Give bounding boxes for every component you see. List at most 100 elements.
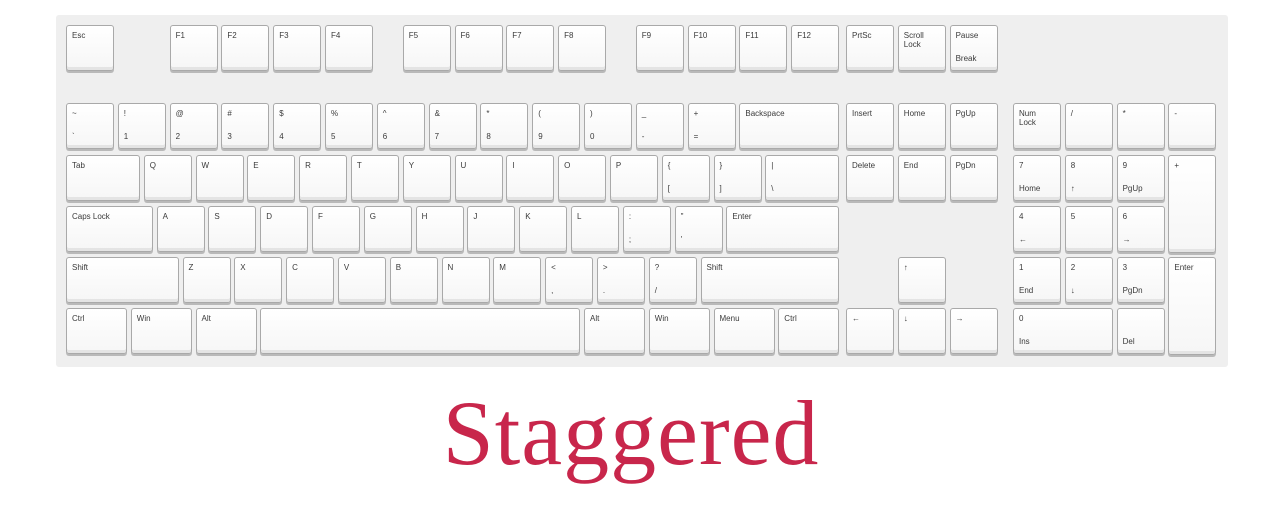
key-pgup: PgUp: [949, 103, 998, 149]
key-legend-top: F6: [460, 31, 470, 40]
key-legend-top: X: [240, 263, 246, 272]
key-num3: 3 PgDn: [1116, 257, 1165, 303]
key-legend-top: F12: [797, 31, 811, 40]
key-legend-top: R: [305, 161, 311, 170]
key-legend-top: @: [175, 109, 184, 118]
key-legend-top: !: [123, 109, 127, 118]
key-legend-top: E: [253, 161, 259, 170]
key-legend-top: P: [615, 161, 622, 170]
key-legend-top: F7: [512, 31, 522, 40]
key-legend-top: +: [1174, 161, 1180, 170]
key-num0: 0 Ins: [1013, 308, 1113, 354]
key-up: ↑: [897, 257, 946, 303]
key-legend-top: *: [486, 109, 490, 118]
key-f2: F2: [221, 25, 270, 71]
key-m: M: [493, 257, 542, 303]
key-legend-top: 6: [1122, 212, 1128, 221]
key-legend-bottom: 3: [227, 132, 232, 141]
key-legend-top: PgUp: [955, 109, 976, 118]
key-enter: Enter: [726, 206, 840, 252]
key-num1: 1 End: [1013, 257, 1061, 303]
key-legend-top: Tab: [72, 161, 85, 170]
key-legend-top: PgDn: [955, 161, 976, 170]
key-3: #3: [221, 103, 270, 149]
key-lbracket: {[: [661, 155, 710, 201]
key-j: J: [467, 206, 516, 252]
key-legend-top: }: [719, 161, 723, 170]
keyboard-diagram: Esc F1 F2 F3 F4 F5 F6 F7 F8 F9 F10 F11 F12 PrtSc Scrol…: [56, 15, 1228, 367]
key-legend-top: 0: [1019, 314, 1024, 323]
key-num-enter: Enter: [1168, 257, 1217, 355]
key-v: V: [337, 257, 386, 303]
key-legend-top: Shift: [706, 263, 723, 272]
key-legend-top: N: [447, 263, 454, 272]
key-legend-top: &: [434, 109, 440, 118]
key-num8: 8 ↑: [1064, 155, 1113, 201]
key-legend-top: %: [331, 109, 339, 118]
key-legend-top: Caps Lock: [72, 212, 110, 221]
key-legend-top: 7: [1019, 161, 1024, 170]
diagram-title: Staggered: [442, 382, 820, 484]
key-5: % 5: [325, 103, 373, 149]
key-caps-lock: Caps Lock: [66, 206, 153, 252]
key-legend-top: →: [955, 314, 964, 323]
key-legend-bottom: ': [680, 235, 683, 244]
key-num6: 6 →: [1116, 206, 1165, 252]
key-legend-top: Enter: [732, 212, 752, 221]
key-slash: ? /: [648, 257, 697, 303]
key-menu: Menu: [713, 308, 775, 354]
key-legend-top: U: [460, 161, 467, 170]
key-f6: F6: [454, 25, 503, 71]
key-9: (9: [532, 103, 581, 149]
key-2: @2: [169, 103, 218, 149]
key-backslash: | \: [765, 155, 840, 201]
key-lwin: Win: [130, 308, 192, 354]
key-legend-top: V: [343, 263, 350, 272]
key-g: G: [363, 206, 412, 252]
key-p: P: [609, 155, 658, 201]
key-6: ^ 6: [376, 103, 425, 149]
key-legend-top: Z: [188, 263, 194, 272]
key-legend-top: ↓: [903, 314, 908, 323]
key-1: ! 1: [117, 103, 166, 149]
key-lalt: Alt: [195, 308, 257, 354]
key-legend-bottom: PgDn: [1122, 286, 1143, 295]
key-legend-top: ": [680, 212, 684, 221]
key-legend-top: F1: [175, 31, 185, 40]
key-f5: F5: [402, 25, 451, 71]
key-legend-top: Menu: [719, 314, 740, 323]
key-f9: F9: [635, 25, 684, 71]
key-quote: " ': [674, 206, 723, 252]
key-backspace: Backspace: [739, 103, 840, 149]
key-legend-bottom: 6: [382, 132, 388, 141]
key-legend-top: ?: [654, 263, 660, 272]
key-legend-top: F: [318, 212, 323, 221]
key-t: T: [350, 155, 399, 201]
key-legend-top: C: [292, 263, 298, 272]
key-legend-bottom: PgUp: [1122, 184, 1143, 193]
key-legend-top: Pause: [955, 31, 979, 40]
key-num5: 5: [1064, 206, 1113, 252]
key-q: Q: [143, 155, 192, 201]
key-left: ←: [846, 308, 894, 354]
key-legend-top: T: [356, 161, 362, 170]
key-legend-top: #: [227, 109, 232, 118]
key-legend-top: Insert: [852, 109, 873, 118]
key-num-lock: Num Lock: [1013, 103, 1061, 149]
key-legend-top: K: [525, 212, 531, 221]
key-legend-top: 2: [1070, 263, 1076, 272]
key-legend-top: B: [395, 263, 402, 272]
key-backtick: ~ `: [66, 103, 114, 149]
key-f12: F12: [791, 25, 840, 71]
key-legend-bottom: `: [72, 132, 75, 141]
key-legend-top: -: [1174, 109, 1178, 118]
key-legend-bottom: 4: [279, 132, 284, 141]
key-legend-top: Q: [149, 161, 156, 170]
key-legend-bottom: Ins: [1019, 337, 1030, 346]
key-rctrl: Ctrl: [778, 308, 840, 354]
key-home: Home: [897, 103, 946, 149]
key-u: U: [454, 155, 503, 201]
key-legend-top: {: [667, 161, 671, 170]
key-legend-top: >: [602, 263, 608, 272]
key-legend-top: ): [590, 109, 593, 118]
